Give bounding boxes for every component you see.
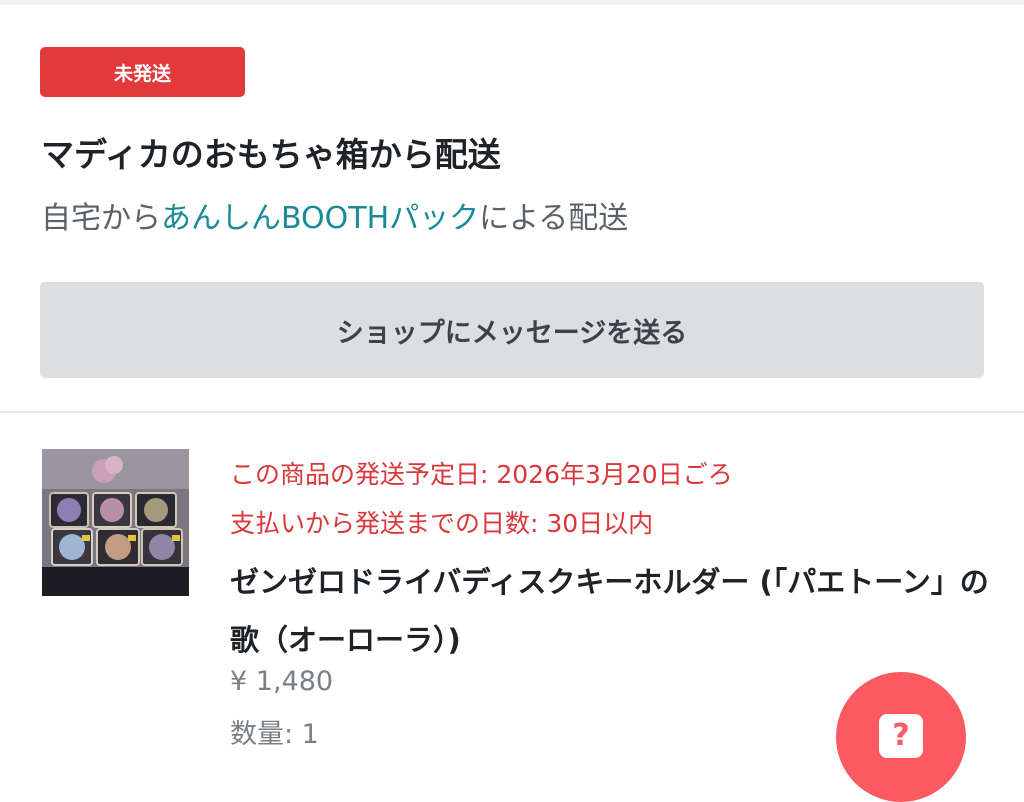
status-badge-label: 未発送 [113,62,171,85]
shipping-prefix: 自宅から [41,201,161,236]
help-button[interactable]: ? [836,672,966,802]
section-divider [0,411,1024,413]
top-strip [0,0,1024,5]
shop-title: マディカのおもちゃ箱から配送 [41,135,501,174]
booth-pack-link[interactable]: あんしんBOOTHパック [161,201,479,236]
message-shop-button[interactable]: ショップにメッセージを送る [40,282,984,378]
message-shop-button-label: ショップにメッセージを送る [336,317,688,349]
product-photo-image [42,449,189,596]
ship-days-notice: 支払いから発送までの日数: 30日以内 [230,509,654,538]
help-question-icon: ? [879,714,923,758]
product-name-link[interactable]: ゼンゼロドライバディスクキーホルダー (「パエトーン」の歌（オーローラ）) [230,553,990,669]
help-icon-glyph: ? [892,718,910,753]
ship-date-notice: この商品の発送予定日: 2026年3月20日ごろ [230,460,733,489]
product-thumbnail[interactable] [42,449,189,596]
status-badge: 未発送 [40,47,245,97]
shipping-method: 自宅からあんしんBOOTHパックによる配送 [41,193,628,237]
shipping-suffix: による配送 [479,201,629,236]
product-quantity: 数量: 1 [230,719,319,750]
product-price: ¥ 1,480 [230,666,334,697]
